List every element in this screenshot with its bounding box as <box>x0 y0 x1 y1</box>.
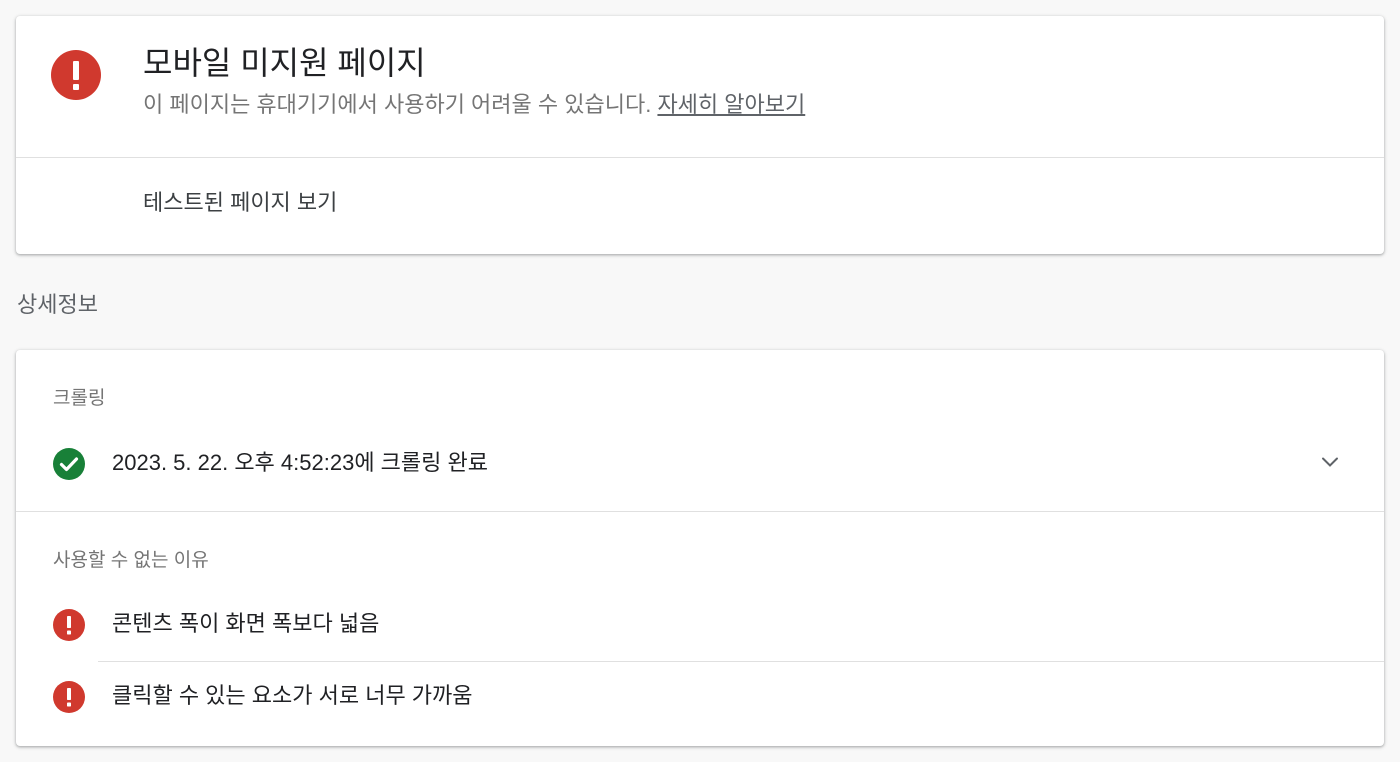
page-title: 모바일 미지원 페이지 <box>143 45 426 81</box>
error-icon <box>53 681 85 713</box>
status-description-text: 이 페이지는 휴대기기에서 사용하기 어려울 수 있습니다. <box>143 92 652 117</box>
crawl-label: 크롤링 <box>53 388 106 409</box>
details-heading: 상세정보 <box>17 292 98 317</box>
divider <box>16 511 1384 512</box>
details-card: 크롤링 2023. 5. 22. 오후 4:52:23에 크롤링 완료 사용할 … <box>16 350 1384 746</box>
issue-text: 클릭할 수 있는 요소가 서로 너무 가까움 <box>112 683 473 708</box>
divider <box>98 661 1384 662</box>
view-tested-page-button[interactable]: 테스트된 페이지 보기 <box>143 186 337 220</box>
check-circle-icon <box>53 448 85 480</box>
error-icon <box>51 50 101 100</box>
status-summary: 모바일 미지원 페이지 이 페이지는 휴대기기에서 사용하기 어려울 수 있습니… <box>16 16 1384 158</box>
error-icon <box>53 609 85 641</box>
learn-more-link[interactable]: 자세히 알아보기 <box>657 92 805 117</box>
mobile-usability-status-card: 모바일 미지원 페이지 이 페이지는 휴대기기에서 사용하기 어려울 수 있습니… <box>16 16 1384 254</box>
unusable-reasons-label: 사용할 수 없는 이유 <box>53 550 209 571</box>
status-description: 이 페이지는 휴대기기에서 사용하기 어려울 수 있습니다. 자세히 알아보기 <box>143 89 805 121</box>
crawl-status: 2023. 5. 22. 오후 4:52:23에 크롤링 완료 <box>112 450 488 475</box>
issue-text: 콘텐츠 폭이 화면 폭보다 넓음 <box>112 611 380 636</box>
chevron-down-icon[interactable] <box>1318 450 1342 474</box>
